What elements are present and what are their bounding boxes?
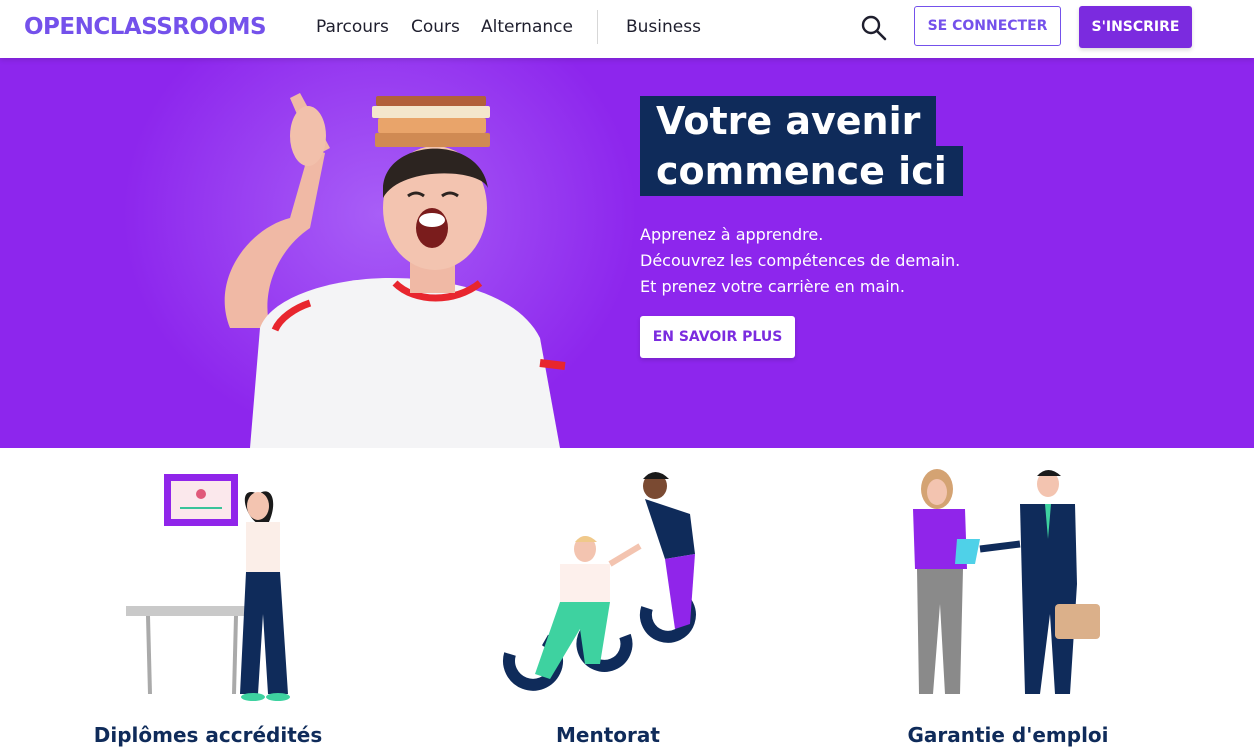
features-section: Diplômes accrédités Mentorat Garantie d'… — [0, 448, 1254, 752]
search-icon[interactable] — [860, 14, 888, 42]
hero-banner: Votre avenir commence ici Apprenez à app… — [0, 58, 1254, 448]
login-button[interactable]: SE CONNECTER — [914, 6, 1061, 46]
nav-business[interactable]: Business — [626, 16, 701, 38]
hero-title-line2: commence ici — [640, 146, 963, 196]
openclassrooms-logo[interactable]: OPENCLASSROOMS — [24, 12, 267, 42]
top-header: OPENCLASSROOMS Parcours Cours Alternance… — [0, 0, 1254, 58]
feature-title-diplomas: Diplômes accrédités — [93, 723, 323, 747]
hero-text-line3: Et prenez votre carrière en main. — [640, 277, 905, 296]
hero-text-line2: Découvrez les compétences de demain. — [640, 251, 961, 270]
feature-title-job-guarantee: Garantie d'emploi — [907, 723, 1109, 747]
nav-alternance[interactable]: Alternance — [481, 16, 573, 38]
hero-student-photo — [224, 93, 566, 448]
hero-title-line1: Votre avenir — [640, 96, 937, 146]
learn-more-button[interactable]: EN SAVOIR PLUS — [640, 316, 795, 358]
nav-parcours[interactable]: Parcours — [316, 16, 389, 38]
job-guarantee-illustration — [913, 469, 1100, 694]
hero-text-line1: Apprenez à apprendre. — [640, 225, 824, 244]
mentoring-illustration — [503, 472, 696, 691]
diploma-illustration — [126, 474, 290, 701]
feature-title-mentoring: Mentorat — [556, 723, 660, 747]
nav-divider — [597, 10, 598, 44]
nav-cours[interactable]: Cours — [411, 16, 460, 38]
signup-button[interactable]: S'INSCRIRE — [1079, 6, 1192, 48]
